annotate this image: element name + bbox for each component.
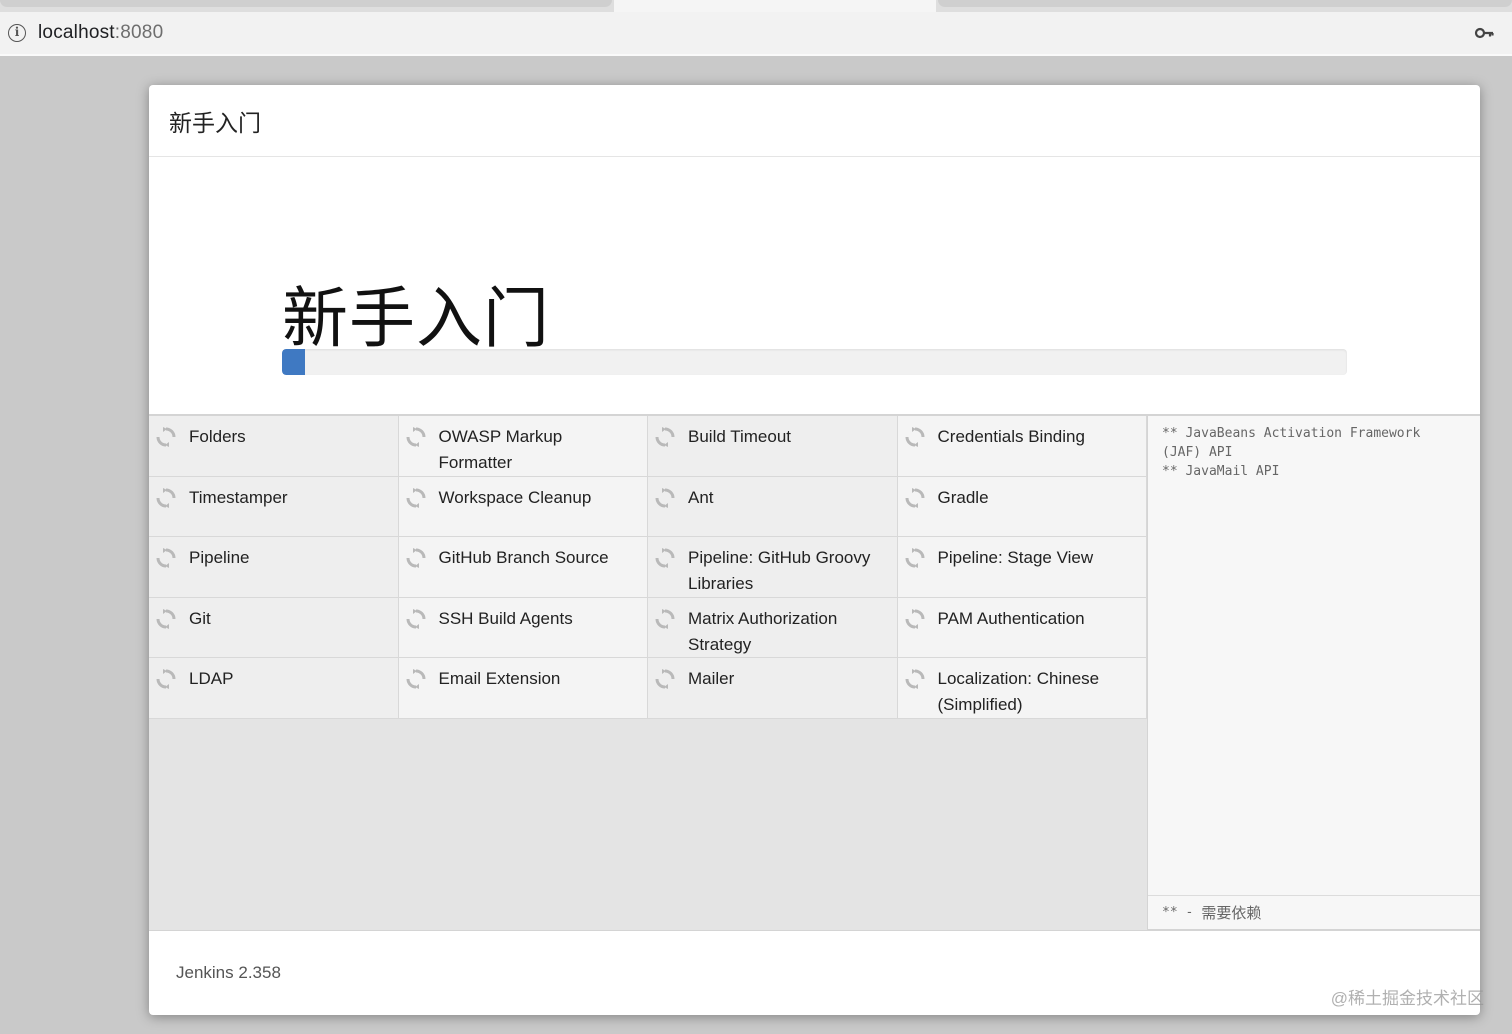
plugin-install-area: Folders OWASP Markup Formatter Build Timeo…: [149, 414, 1480, 931]
plugin-item: Email Extension: [398, 658, 648, 719]
plugin-name: Credentials Binding: [937, 427, 1085, 446]
log-legend: ** - 需要依赖: [1148, 895, 1480, 929]
active-tab[interactable]: [614, 0, 936, 12]
dialog-footer: Jenkins 2.358: [149, 931, 1480, 1015]
refresh-spinner-icon: [904, 547, 926, 569]
plugin-item: LDAP: [149, 658, 399, 719]
page-title: 新手入门: [282, 281, 550, 355]
plugin-name: Folders: [189, 427, 246, 446]
plugin-name: SSH Build Agents: [438, 608, 573, 628]
plugin-name: Mailer: [688, 669, 735, 689]
refresh-spinner-icon: [654, 668, 676, 690]
plugin-name: Build Timeout: [688, 427, 791, 446]
plugin-name: Pipeline: [189, 548, 250, 568]
install-log-text: ** JavaBeans Activation Framework (JAF) …: [1162, 426, 1421, 479]
plugin-name: Pipeline: Stage View: [937, 548, 1094, 568]
dialog-header: 新手入门: [149, 85, 1480, 157]
progress-fill: [282, 349, 306, 375]
jenkins-version: Jenkins 2.358: [176, 963, 281, 982]
refresh-spinner-icon: [155, 668, 177, 690]
plugin-item: Mailer: [648, 658, 898, 719]
plugin-item: Ant: [648, 476, 898, 538]
refresh-spinner-icon: [155, 487, 177, 509]
plugin-item: Pipeline: [149, 537, 399, 598]
dialog-title: 新手入门: [169, 109, 261, 136]
setup-wizard-dialog: 新手入门 新手入门 Folders OWASP Markup Formatter B…: [149, 85, 1480, 1015]
info-circle-icon[interactable]: i: [8, 24, 26, 42]
plugin-item: Credentials Binding: [897, 416, 1147, 477]
plugin-list: Folders OWASP Markup Formatter Build Timeo…: [149, 416, 1147, 721]
refresh-spinner-icon: [654, 608, 676, 630]
plugin-name: Pipeline: GitHub Groovy Libraries: [688, 548, 871, 594]
plugin-item: SSH Build Agents: [398, 597, 648, 659]
plugin-item: Matrix Authorization Strategy: [648, 597, 898, 659]
plugin-name: PAM Authentication: [937, 608, 1085, 628]
plugin-item: Workspace Cleanup: [398, 476, 648, 538]
browser-tab[interactable]: [0, 0, 612, 7]
url-host: localhost: [38, 22, 115, 43]
plugin-name: OWASP Markup Formatter: [438, 427, 563, 472]
refresh-spinner-icon: [654, 547, 676, 569]
plugin-name: Matrix Authorization Strategy: [688, 608, 838, 654]
plugin-item: Timestamper: [149, 476, 399, 538]
legend-text: 需要依赖: [1201, 905, 1262, 922]
refresh-spinner-icon: [904, 608, 926, 630]
refresh-spinner-icon: [904, 668, 926, 690]
refresh-spinner-icon: [654, 487, 676, 509]
hero-section: 新手入门: [149, 157, 1480, 414]
refresh-spinner-icon: [904, 426, 926, 448]
refresh-spinner-icon: [654, 426, 676, 448]
url-port: :8080: [114, 22, 164, 43]
plugin-item: Localization: Chinese (Simplified): [897, 658, 1147, 719]
plugin-name: GitHub Branch Source: [438, 548, 609, 568]
install-log-panel: ** JavaBeans Activation Framework (JAF) …: [1147, 416, 1480, 929]
install-progress-bar: [282, 349, 1347, 375]
refresh-spinner-icon: [155, 608, 177, 630]
key-icon[interactable]: [1474, 23, 1494, 43]
plugin-item: Pipeline: Stage View: [897, 537, 1147, 598]
refresh-spinner-icon: [405, 547, 427, 569]
plugin-name: Gradle: [937, 487, 989, 507]
legend-marker: ** -: [1162, 905, 1194, 920]
tab-strip: [0, 0, 1512, 12]
plugin-name: Ant: [688, 487, 714, 507]
watermark: @稀土掘金技术社区: [1330, 989, 1484, 1008]
plugin-name: Timestamper: [189, 487, 288, 507]
browser-tab[interactable]: [938, 0, 1512, 7]
plugin-item: Folders: [149, 416, 399, 477]
refresh-spinner-icon: [405, 426, 427, 448]
plugin-name: Localization: Chinese (Simplified): [937, 669, 1100, 715]
plugin-item: Gradle: [897, 476, 1147, 538]
refresh-spinner-icon: [155, 426, 177, 448]
plugin-item: Pipeline: GitHub Groovy Libraries: [648, 537, 898, 598]
plugin-list-empty-space: [149, 719, 1147, 930]
url-text[interactable]: localhost:8080: [38, 22, 163, 44]
plugin-item: Git: [149, 597, 399, 659]
plugin-name: Git: [189, 608, 211, 628]
plugin-name: Email Extension: [438, 669, 561, 689]
refresh-spinner-icon: [405, 668, 427, 690]
plugin-item: PAM Authentication: [897, 597, 1147, 659]
plugin-item: Build Timeout: [648, 416, 898, 477]
address-bar[interactable]: i localhost:8080: [0, 12, 1512, 54]
refresh-spinner-icon: [405, 608, 427, 630]
plugin-item: OWASP Markup Formatter: [398, 416, 648, 477]
refresh-spinner-icon: [155, 547, 177, 569]
plugin-item: GitHub Branch Source: [398, 537, 648, 598]
plugin-name: LDAP: [189, 669, 234, 689]
refresh-spinner-icon: [904, 487, 926, 509]
chrome-divider: [0, 54, 1512, 56]
plugin-name: Workspace Cleanup: [438, 487, 592, 507]
refresh-spinner-icon: [405, 487, 427, 509]
